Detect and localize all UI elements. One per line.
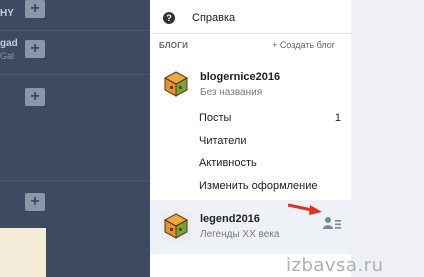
blog-dropdown-menu: ? Справка БЛОГИ + Создать блог blogernic… [150,0,351,277]
page-background [351,0,424,277]
watermark: izbavsa.ru [286,255,384,276]
add-button[interactable]: + [25,88,45,106]
sidebar-divider [0,180,150,181]
create-blog-link[interactable]: + Создать блог [272,40,335,50]
person-manage-icon[interactable] [323,216,341,230]
blog-sidebar: HY + gad Gal + + + [0,0,150,277]
blog-subtitle: Без названия [200,87,263,98]
question-circle-icon: ? [163,12,175,24]
add-button[interactable]: + [25,193,45,211]
sidebar-row-fragment-text: HY [0,8,14,19]
help-label: Справка [192,12,236,24]
blog-readers-link[interactable]: Читатели [199,135,247,147]
blog-theme-link[interactable]: Изменить оформление [199,180,318,192]
blog-subtitle: Легенды ХХ века [200,229,280,240]
sidebar-row: + [0,193,150,233]
menu-divider [150,33,351,34]
sidebar-divider [0,30,150,31]
blog-activity-link[interactable]: Активность [199,157,257,169]
sidebar-row: + [0,88,150,128]
sidebar-row-fragment-text: gad [0,38,18,49]
add-button[interactable]: + [25,0,45,18]
blog-name[interactable]: legend2016 [200,213,260,225]
sidebar-divider [0,74,150,75]
add-button[interactable]: + [25,40,45,58]
cube-avatar-icon[interactable] [161,211,191,241]
help-menu-item[interactable]: ? Справка [163,9,235,27]
blog-name[interactable]: blogernice2016 [200,71,280,83]
thumbnail-image [0,228,46,277]
blogs-section-title: БЛОГИ [159,41,189,50]
sidebar-row: HY + [0,0,150,40]
sidebar-row-fragment-subtext: Gal [0,51,15,61]
post-count: 1 [334,112,341,124]
red-arrow-icon [288,203,322,215]
sidebar-row: gad Gal + [0,35,150,75]
cube-avatar-icon[interactable] [161,69,191,99]
blog-posts-link[interactable]: Посты [199,112,231,124]
